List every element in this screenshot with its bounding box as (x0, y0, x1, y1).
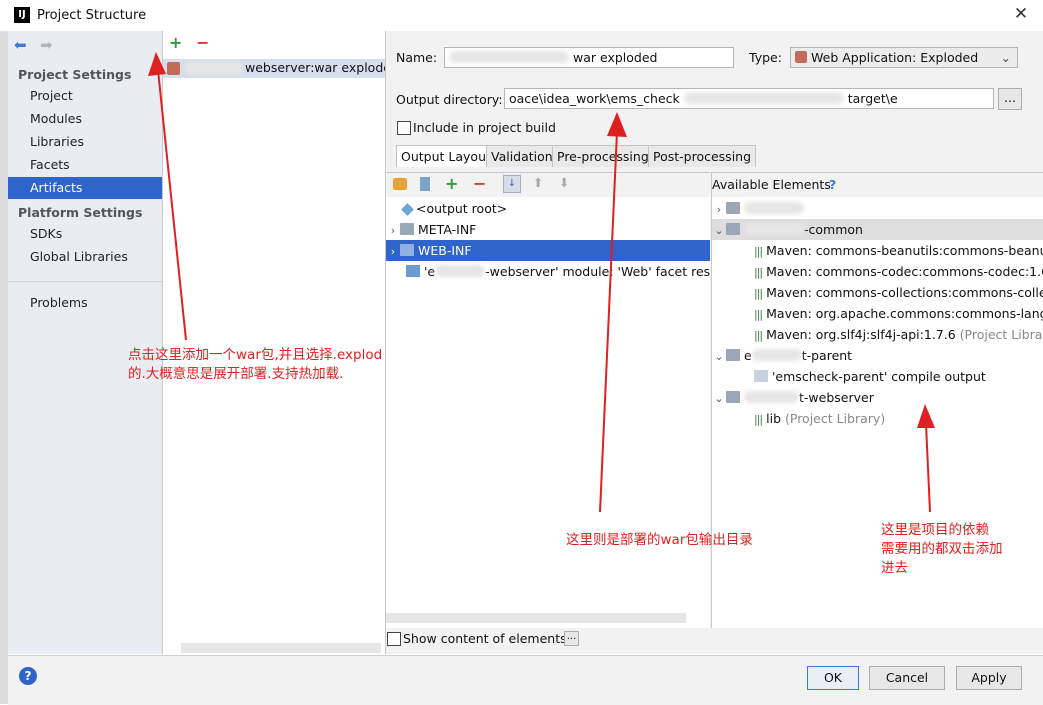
annotation-add-war: 点击这里添加一个war包,并且选择.explod 的.大概意思是展开部署.支持热… (128, 347, 383, 382)
annotation-output-dir: 这里则是部署的war包输出目录 (566, 532, 753, 548)
annotation-dependencies: 这里是项目的依赖 需要用的都双击添加 进去 (881, 522, 1003, 576)
